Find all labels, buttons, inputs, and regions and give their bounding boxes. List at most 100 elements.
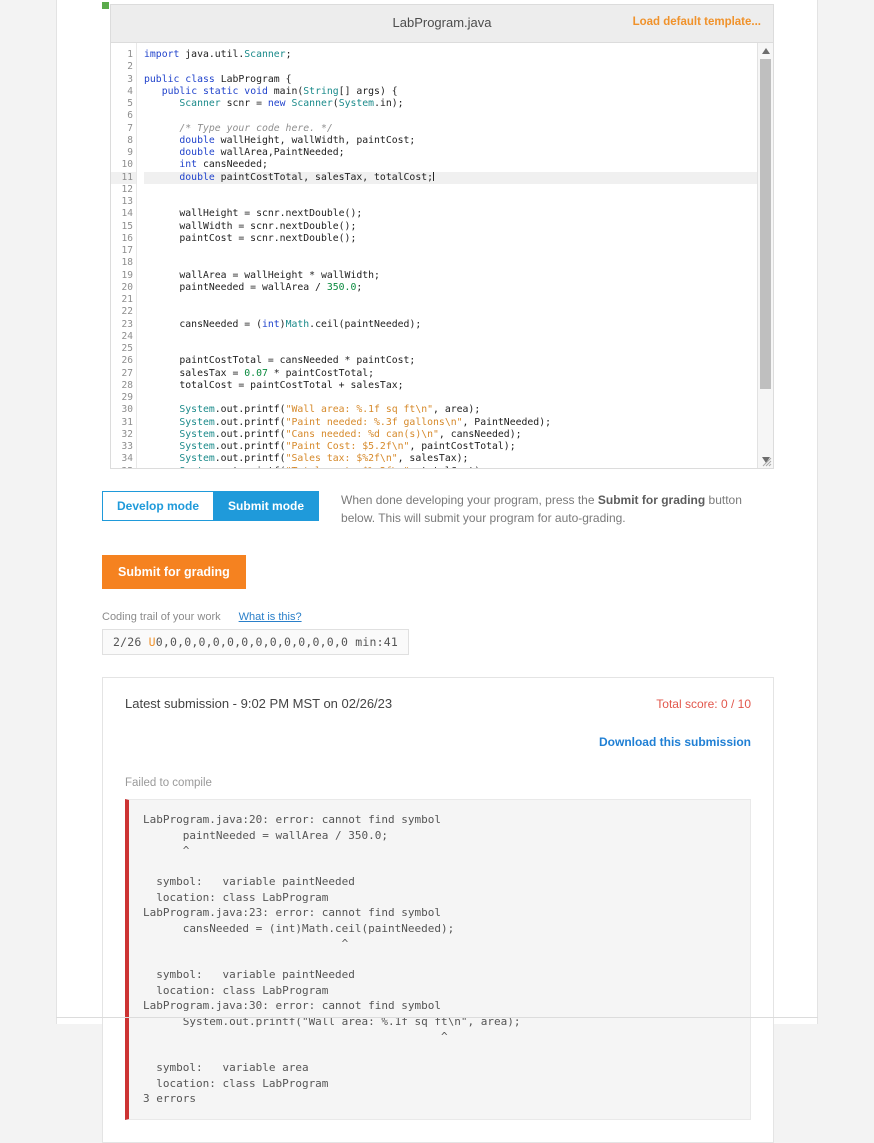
code-line[interactable] bbox=[144, 294, 757, 306]
code-line[interactable]: System.out.printf("Total cost: $%.2f\n",… bbox=[144, 466, 757, 469]
line-number: 3 bbox=[111, 74, 136, 86]
code-text[interactable]: import java.util.Scanner; public class La… bbox=[137, 43, 757, 468]
line-number: 32 bbox=[111, 429, 136, 441]
code-line[interactable]: paintCost = scnr.nextDouble(); bbox=[144, 233, 757, 245]
line-number: 30 bbox=[111, 404, 136, 416]
lab-content: LabProgram.java Load default template...… bbox=[102, 0, 774, 1143]
line-number: 17 bbox=[111, 245, 136, 257]
line-number: 31 bbox=[111, 417, 136, 429]
mode-toggle-group: Develop mode Submit mode bbox=[102, 491, 319, 521]
code-line[interactable] bbox=[144, 196, 757, 208]
scroll-up-arrow-icon[interactable] bbox=[761, 47, 771, 56]
code-line[interactable]: double wallArea,PaintNeeded; bbox=[144, 147, 757, 159]
line-number: 24 bbox=[111, 331, 136, 343]
line-number: 18 bbox=[111, 257, 136, 269]
code-line[interactable]: wallHeight = scnr.nextDouble(); bbox=[144, 208, 757, 220]
code-line[interactable] bbox=[144, 245, 757, 257]
coding-trail-box: 2/26 U0,0,0,0,0,0,0,0,0,0,0,0,0,0 min:41 bbox=[102, 629, 409, 655]
code-area[interactable]: 1234567891011121314151617181920212223242… bbox=[111, 43, 773, 468]
code-line[interactable]: int cansNeeded; bbox=[144, 159, 757, 171]
submit-for-grading-button[interactable]: Submit for grading bbox=[102, 555, 246, 589]
code-line[interactable]: System.out.printf("Cans needed: %d can(s… bbox=[144, 429, 757, 441]
line-number: 35 bbox=[111, 466, 136, 469]
code-line[interactable]: wallWidth = scnr.nextDouble(); bbox=[144, 221, 757, 233]
coding-trail-header: Coding trail of your work What is this? bbox=[102, 611, 774, 623]
editor-header: LabProgram.java Load default template... bbox=[111, 5, 773, 43]
coding-trail-label: Coding trail of your work bbox=[102, 611, 221, 623]
line-number: 25 bbox=[111, 343, 136, 355]
scrollbar-thumb[interactable] bbox=[760, 59, 771, 389]
line-number: 10 bbox=[111, 159, 136, 171]
code-line[interactable]: System.out.printf("Paint Cost: $5.2f\n",… bbox=[144, 441, 757, 453]
code-line[interactable] bbox=[144, 306, 757, 318]
compile-status-text: Failed to compile bbox=[125, 777, 751, 789]
submit-mode-button[interactable]: Submit mode bbox=[213, 491, 319, 521]
code-line[interactable]: System.out.printf("Paint needed: %.3f ga… bbox=[144, 417, 757, 429]
coding-trail-help-link[interactable]: What is this? bbox=[239, 611, 302, 623]
code-line[interactable]: /* Type your code here. */ bbox=[144, 123, 757, 135]
code-line[interactable] bbox=[144, 110, 757, 122]
mode-note-prefix: When done developing your program, press… bbox=[341, 493, 598, 507]
line-number: 23 bbox=[111, 319, 136, 331]
line-number: 13 bbox=[111, 196, 136, 208]
code-line[interactable]: import java.util.Scanner; bbox=[144, 49, 757, 61]
line-number: 27 bbox=[111, 368, 136, 380]
code-line[interactable]: public static void main(String[] args) { bbox=[144, 86, 757, 98]
code-editor-panel: LabProgram.java Load default template...… bbox=[102, 4, 774, 469]
coding-trail-date: 2/26 bbox=[113, 635, 142, 649]
line-number: 21 bbox=[111, 294, 136, 306]
mode-row: Develop mode Submit mode When done devel… bbox=[102, 491, 774, 527]
total-score-badge: Total score: 0 / 10 bbox=[656, 697, 751, 711]
code-line[interactable] bbox=[144, 257, 757, 269]
line-number: 4 bbox=[111, 86, 136, 98]
line-number: 9 bbox=[111, 147, 136, 159]
code-line[interactable] bbox=[144, 343, 757, 355]
code-line[interactable]: double wallHeight, wallWidth, paintCost; bbox=[144, 135, 757, 147]
compiler-output-text: LabProgram.java:20: error: cannot find s… bbox=[143, 812, 736, 1107]
line-number: 28 bbox=[111, 380, 136, 392]
code-line[interactable]: paintCostTotal = cansNeeded * paintCost; bbox=[144, 355, 757, 367]
line-number: 15 bbox=[111, 221, 136, 233]
editor-vertical-scrollbar[interactable] bbox=[757, 43, 773, 468]
line-number: 16 bbox=[111, 233, 136, 245]
coding-trail-marker: U bbox=[149, 635, 156, 649]
download-submission-link[interactable]: Download this submission bbox=[599, 735, 751, 749]
line-number: 26 bbox=[111, 355, 136, 367]
coding-trail-minutes: min:41 bbox=[355, 635, 398, 649]
line-number: 2 bbox=[111, 61, 136, 73]
line-number: 20 bbox=[111, 282, 136, 294]
code-line[interactable] bbox=[144, 184, 757, 196]
code-line[interactable]: wallArea = wallHeight * wallWidth; bbox=[144, 270, 757, 282]
code-line[interactable]: public class LabProgram { bbox=[144, 74, 757, 86]
code-line[interactable]: System.out.printf("Wall area: %.1f sq ft… bbox=[144, 404, 757, 416]
line-number: 19 bbox=[111, 270, 136, 282]
line-number: 33 bbox=[111, 441, 136, 453]
line-number: 22 bbox=[111, 306, 136, 318]
code-line[interactable]: totalCost = paintCostTotal + salesTax; bbox=[144, 380, 757, 392]
code-line[interactable]: Scanner scnr = new Scanner(System.in); bbox=[144, 98, 757, 110]
editor-resize-grip-icon[interactable] bbox=[761, 456, 772, 467]
code-line[interactable] bbox=[144, 61, 757, 73]
line-number-gutter: 1234567891011121314151617181920212223242… bbox=[111, 43, 137, 468]
code-line[interactable]: salesTax = 0.07 * paintCostTotal; bbox=[144, 368, 757, 380]
develop-mode-button[interactable]: Develop mode bbox=[102, 491, 213, 521]
coding-trail-values: 0,0,0,0,0,0,0,0,0,0,0,0,0,0 bbox=[156, 635, 348, 649]
code-line[interactable]: System.out.printf("Sales tax: $%2f\n", s… bbox=[144, 453, 757, 465]
code-line[interactable] bbox=[144, 331, 757, 343]
line-number: 29 bbox=[111, 392, 136, 404]
submission-title: Latest submission - 9:02 PM MST on 02/26… bbox=[125, 696, 392, 711]
code-line[interactable]: cansNeeded = (int)Math.ceil(paintNeeded)… bbox=[144, 319, 757, 331]
line-number: 8 bbox=[111, 135, 136, 147]
latest-submission-card: Latest submission - 9:02 PM MST on 02/26… bbox=[102, 677, 774, 1143]
line-number: 11 bbox=[111, 172, 136, 184]
code-line[interactable]: paintNeeded = wallArea / 350.0; bbox=[144, 282, 757, 294]
code-line[interactable]: double paintCostTotal, salesTax, totalCo… bbox=[144, 172, 757, 184]
line-number: 34 bbox=[111, 453, 136, 465]
line-number: 5 bbox=[111, 98, 136, 110]
line-number: 7 bbox=[111, 123, 136, 135]
mode-note-bold: Submit for grading bbox=[598, 493, 705, 507]
mode-instruction-text: When done developing your program, press… bbox=[341, 491, 774, 527]
page-bottom-divider bbox=[56, 1017, 818, 1018]
code-line[interactable] bbox=[144, 392, 757, 404]
load-default-template-link[interactable]: Load default template... bbox=[633, 16, 761, 28]
